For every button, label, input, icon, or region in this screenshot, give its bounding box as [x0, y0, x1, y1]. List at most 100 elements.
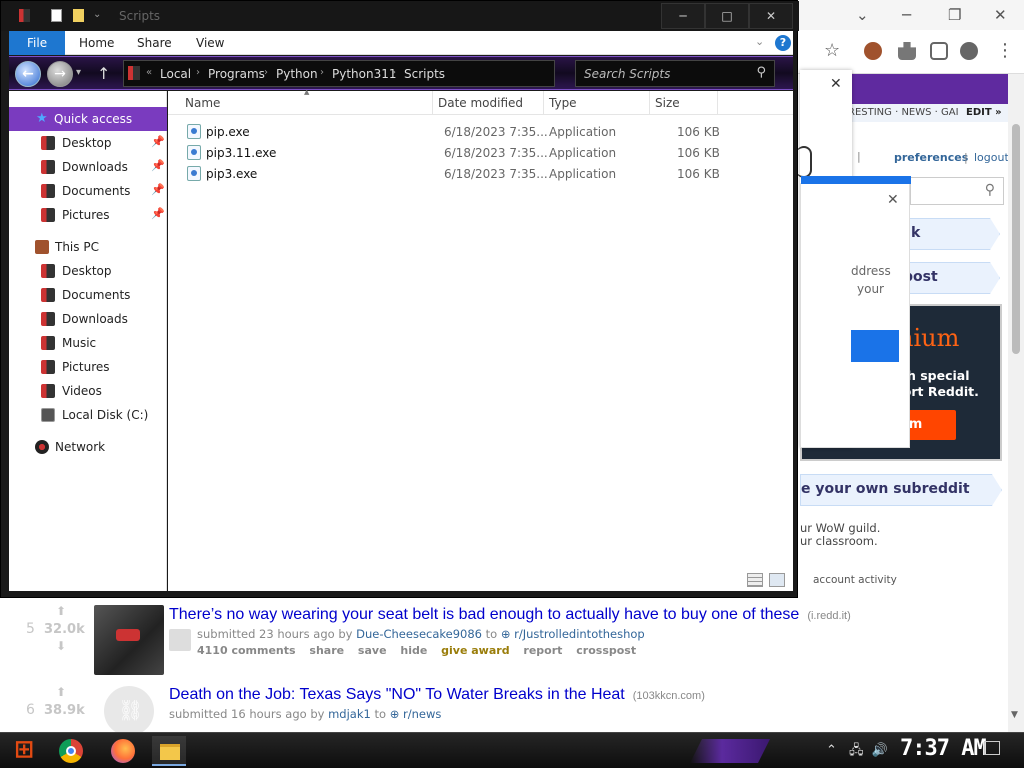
sidebar-item-quick-access[interactable]: ★ Quick access: [9, 107, 167, 131]
sidebar-item-network[interactable]: Network: [9, 436, 167, 458]
post-author-link[interactable]: Due-Cheesecake9086: [356, 627, 482, 641]
network-tray-icon[interactable]: 🖧: [849, 743, 864, 758]
post-domain[interactable]: (103kkcn.com): [633, 690, 705, 702]
post-author-link[interactable]: mdjak1: [328, 707, 371, 721]
file-row[interactable]: pip3.exe 6/18/2023 7:35... Application 1…: [168, 164, 793, 185]
preferences-link[interactable]: preferences: [894, 151, 968, 164]
explorer-minimize-button[interactable]: ─: [661, 3, 705, 29]
create-subreddit-button[interactable]: e your own subreddit: [800, 474, 1002, 506]
edit-subreddits-link[interactable]: EDIT »: [966, 107, 1002, 118]
save-link[interactable]: save: [358, 644, 387, 657]
pin-icon[interactable]: 📌: [151, 159, 165, 172]
sidebar-item-pc-music[interactable]: Music: [9, 332, 167, 354]
forward-button[interactable]: →: [47, 61, 73, 87]
extension-avatar-icon[interactable]: [864, 42, 882, 60]
extensions-puzzle-icon[interactable]: [898, 42, 916, 60]
app-icon[interactable]: [19, 9, 30, 22]
post-subreddit-link[interactable]: ⊕ r/Justrolledintotheshop: [501, 627, 645, 641]
quick-access-dropdown-icon[interactable]: ⌄: [93, 9, 101, 20]
breadcrumb-programs[interactable]: Programs: [208, 67, 265, 81]
scroll-down-icon[interactable]: ▼: [1011, 710, 1018, 720]
browser-close-button[interactable]: ✕: [994, 6, 1007, 24]
expand-ribbon-icon[interactable]: ⌄: [755, 35, 764, 48]
pin-icon[interactable]: 📌: [151, 207, 165, 220]
recent-locations-icon[interactable]: ▾: [76, 67, 81, 78]
explorer-maximize-button[interactable]: □: [705, 3, 749, 29]
subreddit-bar-text[interactable]: RESTING · NEWS · GAI: [848, 107, 959, 118]
search-icon[interactable]: ⚲: [756, 65, 766, 80]
volume-icon[interactable]: 🔊: [872, 743, 888, 758]
file-explorer-icon[interactable]: [152, 736, 186, 766]
sidebar-item-documents[interactable]: Documents 📌: [9, 180, 167, 202]
upvote-icon[interactable]: ⬆: [56, 685, 66, 699]
post-subreddit-link[interactable]: ⊕ r/news: [390, 707, 442, 721]
breadcrumb-python[interactable]: Python: [276, 67, 318, 81]
pin-icon[interactable]: 📌: [151, 135, 165, 148]
post-domain[interactable]: (i.redd.it): [807, 610, 850, 622]
close-dialog-icon[interactable]: ✕: [887, 192, 899, 208]
close-modal-icon[interactable]: ✕: [830, 76, 842, 92]
give-award-link[interactable]: give award: [441, 644, 509, 657]
search-input[interactable]: Search Scripts ⚲: [575, 60, 775, 87]
sidebar-item-pc-desktop[interactable]: Desktop: [9, 260, 167, 282]
large-icons-view-icon[interactable]: [769, 573, 785, 587]
back-button[interactable]: ←: [15, 61, 41, 87]
explorer-close-button[interactable]: ✕: [749, 3, 793, 29]
breadcrumb-separator-icon[interactable]: ›: [392, 67, 396, 78]
file-row[interactable]: pip.exe 6/18/2023 7:35... Application 10…: [168, 122, 793, 143]
browser-scrollbar[interactable]: ▼: [1008, 74, 1024, 732]
profile-icon[interactable]: [960, 42, 978, 60]
details-view-icon[interactable]: [747, 573, 763, 587]
sidebar-item-pc-documents[interactable]: Documents: [9, 284, 167, 306]
browser-restore-button[interactable]: ❐: [948, 6, 961, 24]
breadcrumb-separator-icon[interactable]: ›: [320, 67, 324, 78]
browser-minimize-button[interactable]: ─: [902, 6, 911, 24]
breadcrumb-local[interactable]: Local: [160, 67, 191, 81]
sidebar-item-this-pc[interactable]: This PC: [9, 236, 167, 258]
sidebar-item-pc-pictures[interactable]: Pictures: [9, 356, 167, 378]
sidebar-item-pictures[interactable]: Pictures 📌: [9, 204, 167, 226]
breadcrumb-separator-icon[interactable]: ›: [264, 67, 268, 78]
post-title[interactable]: There’s no way wearing your seat belt is…: [169, 606, 851, 624]
logout-link[interactable]: logout: [974, 151, 1009, 164]
bookmark-star-icon[interactable]: ☆: [824, 40, 840, 61]
notifications-icon[interactable]: [984, 741, 1000, 755]
column-type[interactable]: Type: [543, 91, 653, 120]
address-bar[interactable]: « Local › Programs › Python › Python311 …: [123, 60, 555, 87]
account-activity-link[interactable]: account activity: [813, 574, 897, 586]
sidebar-item-desktop[interactable]: Desktop 📌: [9, 132, 167, 154]
report-link[interactable]: report: [523, 644, 562, 657]
sidebar-item-pc-downloads[interactable]: Downloads: [9, 308, 167, 330]
expando-button[interactable]: [169, 629, 191, 651]
pin-icon[interactable]: 📌: [151, 183, 165, 196]
chrome-icon[interactable]: [54, 736, 88, 766]
tab-share[interactable]: Share: [123, 31, 186, 55]
sidebar-item-downloads[interactable]: Downloads 📌: [9, 156, 167, 178]
breadcrumb-chevron-icon[interactable]: «: [146, 67, 152, 78]
tab-view[interactable]: View: [182, 31, 238, 55]
crosspost-link[interactable]: crosspost: [576, 644, 636, 657]
downvote-icon[interactable]: ⬇: [56, 639, 66, 653]
breadcrumb-scripts[interactable]: Scripts: [404, 67, 445, 81]
browser-tab-dropdown-icon[interactable]: ⌄: [856, 6, 869, 24]
link-thumbnail-icon[interactable]: ⛓: [104, 686, 154, 736]
breadcrumb-separator-icon[interactable]: ›: [196, 67, 200, 78]
sidepanel-icon[interactable]: [930, 42, 948, 60]
firefox-icon[interactable]: [106, 736, 140, 766]
start-icon[interactable]: ⊞: [8, 735, 40, 767]
tab-file[interactable]: File: [9, 31, 65, 55]
hide-link[interactable]: hide: [400, 644, 427, 657]
share-link[interactable]: share: [309, 644, 344, 657]
post-title[interactable]: Death on the Job: Texas Says "NO" To Wat…: [169, 686, 705, 704]
sidebar-item-pc-videos[interactable]: Videos: [9, 380, 167, 402]
upvote-icon[interactable]: ⬆: [56, 604, 66, 618]
clock[interactable]: 7:37 AM: [900, 736, 987, 761]
tray-overflow-icon[interactable]: ⌃: [826, 743, 837, 758]
column-size[interactable]: Size: [649, 91, 718, 120]
properties-icon[interactable]: [51, 9, 62, 22]
help-button[interactable]: ?: [775, 35, 791, 51]
column-date-modified[interactable]: Date modified: [432, 91, 546, 120]
new-folder-icon[interactable]: [73, 9, 84, 22]
up-folder-button[interactable]: ↑: [97, 64, 110, 83]
modal-continue-button[interactable]: [851, 330, 899, 362]
